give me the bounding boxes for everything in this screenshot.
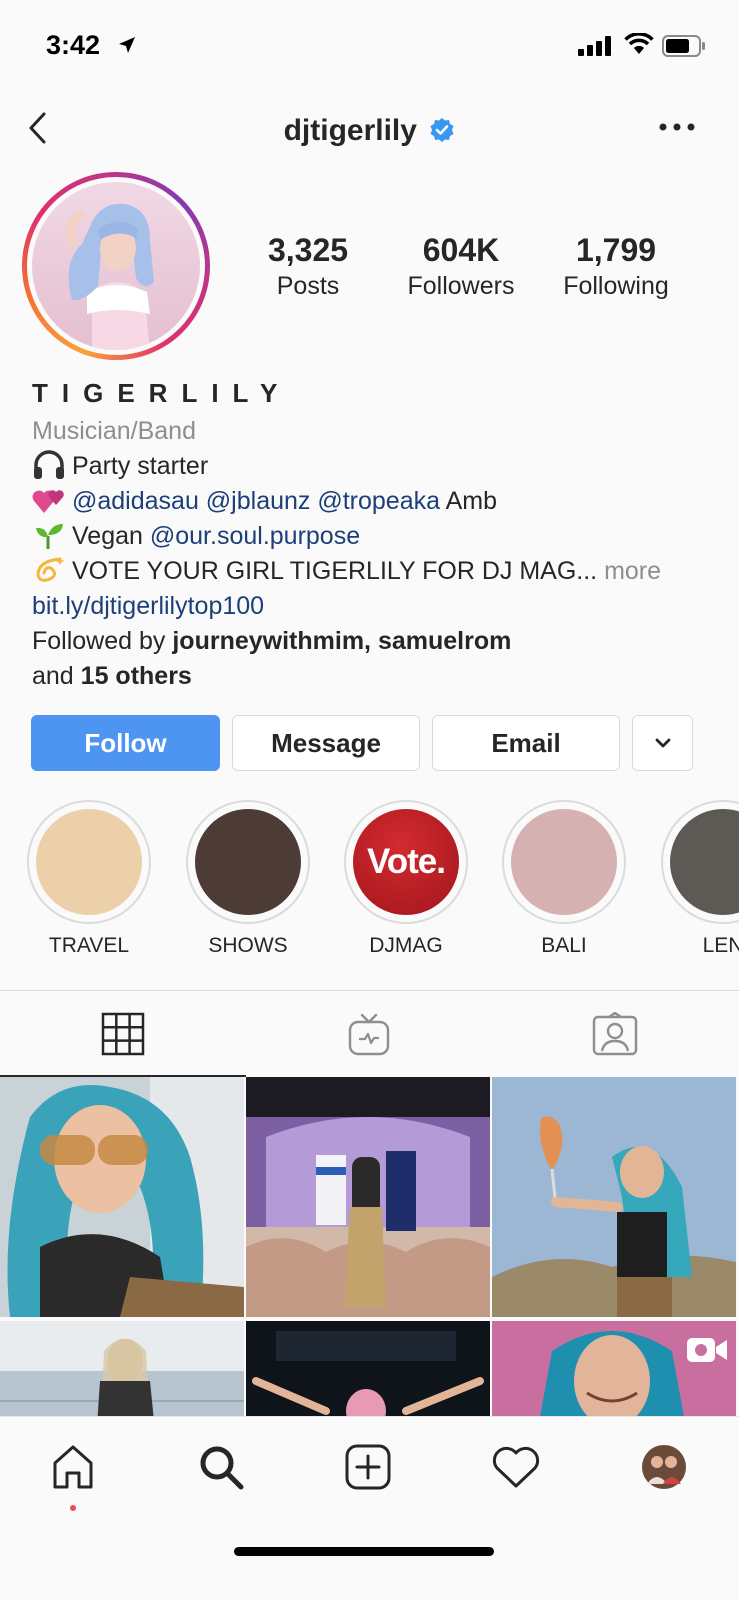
home-indicator[interactable] <box>234 1547 494 1556</box>
highlight-travel[interactable]: TRAVEL <box>27 800 151 958</box>
bio-line-4: VOTE YOUR GIRL TIGERLILY FOR DJ MAG... m… <box>32 554 732 589</box>
tab-grid[interactable] <box>0 991 246 1077</box>
highlight-cover <box>36 809 142 915</box>
message-button[interactable]: Message <box>232 715 420 771</box>
profile-tabs <box>0 990 739 1077</box>
bio-line-1-text: Party starter <box>72 452 209 480</box>
chevron-down-icon <box>655 738 670 748</box>
location-arrow-icon <box>119 37 135 53</box>
vote-badge: Vote. <box>367 842 446 881</box>
post-thumbnail[interactable] <box>246 1077 490 1317</box>
post-thumbnail[interactable] <box>492 1321 736 1417</box>
nav-home[interactable] <box>43 1437 103 1497</box>
story-highlights: TRAVEL SHOWS Vote. DJMAG BALI LEN <box>0 800 739 965</box>
followed-by-prefix: Followed by <box>32 627 166 655</box>
home-icon <box>53 1445 93 1489</box>
stat-following[interactable]: 1,799 Following <box>546 232 686 301</box>
highlight-label: DJMAG <box>369 934 443 957</box>
followed-by-others[interactable]: and 15 others <box>32 659 732 694</box>
highlight-label: TRAVEL <box>48 934 130 957</box>
highlight-bali[interactable]: BALI <box>502 800 626 958</box>
verified-icon <box>430 118 454 142</box>
highlight-cover <box>195 809 301 915</box>
tab-tagged[interactable] <box>492 991 738 1077</box>
avatar <box>32 182 200 350</box>
highlight-len[interactable]: LEN <box>661 800 739 958</box>
battery-icon <box>662 35 705 57</box>
follow-button[interactable]: Follow <box>31 715 220 771</box>
igtv-icon <box>348 1013 390 1056</box>
profile-stats: 3,325 Posts 604K Followers 1,799 Followi… <box>228 232 728 312</box>
post-grid <box>0 1077 739 1417</box>
tab-igtv[interactable] <box>246 991 492 1077</box>
search-icon <box>200 1446 244 1490</box>
followers-label: Followers <box>407 272 515 300</box>
dizzy-icon <box>36 557 65 582</box>
stat-posts[interactable]: 3,325 Posts <box>228 232 388 301</box>
post-thumbnail[interactable] <box>492 1077 736 1317</box>
following-count: 1,799 <box>575 232 657 268</box>
highlight-label: BALI <box>541 934 587 957</box>
profile-header: djtigerlily <box>0 100 739 160</box>
email-button[interactable]: Email <box>432 715 620 771</box>
status-bar: 3:42 <box>0 0 739 90</box>
post-thumbnail[interactable] <box>0 1321 244 1417</box>
bio-mention-soul-purpose[interactable]: @our.soul.purpose <box>150 522 360 550</box>
bio-line-3-text: Vegan <box>72 522 143 550</box>
status-time: 3:42 <box>46 30 101 60</box>
nav-activity[interactable] <box>486 1437 546 1497</box>
bio-line-4-text: VOTE YOUR GIRL TIGERLILY FOR DJ MAG... <box>72 557 598 585</box>
post-thumbnail[interactable] <box>0 1077 244 1317</box>
highlight-cover <box>670 809 739 915</box>
category-label: Musician/Band <box>32 417 196 445</box>
stat-followers[interactable]: 604K Followers <box>386 232 536 301</box>
suggested-dropdown-button[interactable] <box>632 715 693 771</box>
profile-title: djtigerlily <box>0 114 739 148</box>
highlight-label: SHOWS <box>208 934 288 957</box>
highlight-cover: Vote. <box>353 809 459 915</box>
bio-mentions-link[interactable]: @adidasau @jblaunz @tropeaka <box>72 487 440 515</box>
notification-dot <box>70 1505 76 1511</box>
profile-bio: TIGERLILY Musician/Band Party starter @a… <box>32 378 732 694</box>
followed-by-names: journeywithmim, samuelrom <box>172 627 512 655</box>
heart-icon <box>492 1446 540 1488</box>
bio-line-2: @adidasau @jblaunz @tropeaka Amb <box>32 484 732 519</box>
display-name: TIGERLILY <box>32 378 292 408</box>
highlight-cover <box>511 809 617 915</box>
posts-label: Posts <box>276 272 340 300</box>
tagged-icon <box>592 1012 638 1056</box>
bottom-navigation <box>0 1416 739 1600</box>
hearts-icon <box>32 490 64 513</box>
followed-by-others-count: 15 others <box>80 662 192 690</box>
highlight-shows[interactable]: SHOWS <box>186 800 310 958</box>
bio-more-link[interactable]: more <box>604 557 661 585</box>
followed-by-and: and <box>32 662 74 690</box>
video-icon <box>687 1338 727 1362</box>
profile-username: djtigerlily <box>283 114 417 147</box>
post-thumbnail[interactable] <box>246 1321 490 1417</box>
bio-line-1: Party starter <box>32 449 732 484</box>
profile-avatar-icon <box>642 1445 686 1489</box>
signal-icon <box>578 36 611 56</box>
more-icon[interactable] <box>655 120 699 134</box>
seedling-icon <box>36 524 63 549</box>
headphones-icon <box>34 450 64 479</box>
bio-line-2-tail: Amb <box>445 487 498 515</box>
wifi-icon <box>624 33 654 54</box>
highlight-label: LEN <box>702 934 739 957</box>
following-label: Following <box>563 272 669 300</box>
followed-by[interactable]: Followed by journeywithmim, samuelrom <box>32 624 732 659</box>
nav-search[interactable] <box>191 1437 251 1497</box>
posts-count: 3,325 <box>267 232 349 268</box>
nav-add[interactable] <box>338 1437 398 1497</box>
add-icon <box>345 1444 391 1490</box>
nav-profile[interactable] <box>634 1437 694 1497</box>
grid-icon <box>101 1012 145 1056</box>
highlight-djmag[interactable]: Vote. DJMAG <box>344 800 468 958</box>
followers-count: 604K <box>422 232 500 268</box>
bio-line-3: Vegan @our.soul.purpose <box>32 519 732 554</box>
bio-website-link[interactable]: bit.ly/djtigerlilytop100 <box>32 589 732 624</box>
story-ring[interactable] <box>22 172 210 360</box>
